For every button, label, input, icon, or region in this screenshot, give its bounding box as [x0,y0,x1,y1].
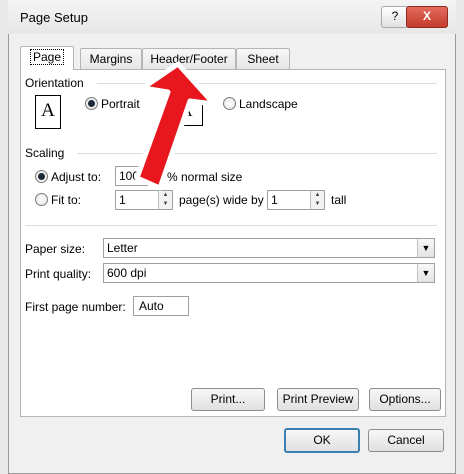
paper-size-label: Paper size: [25,242,86,256]
close-button[interactable]: X [406,6,448,28]
scaling-heading: Scaling [25,146,65,160]
tab-margins[interactable]: Margins [80,48,142,69]
portrait-radio[interactable] [85,97,98,110]
fit-wide-label: page(s) wide by [179,193,264,207]
landscape-label: Landscape [239,97,298,111]
paper-size-select[interactable]: Letter ▼ [103,238,435,258]
background-right-edge [455,0,464,474]
first-page-number-label: First page number: [25,300,126,314]
first-page-number-value: Auto [139,299,164,313]
fit-to-label: Fit to: [51,193,82,207]
fit-wide-spinner[interactable]: 1 ▲ ▼ [115,190,173,210]
help-button[interactable]: ? [381,6,409,28]
print-button[interactable]: Print... [191,388,265,411]
tab-margins-label: Margins [89,52,133,66]
cancel-button[interactable]: Cancel [368,429,444,452]
paper-size-value: Letter [107,241,138,255]
print-quality-value: 600 dpi [107,266,147,280]
fit-tall-suffix: tall [331,193,347,207]
spin-down-icon[interactable]: ▼ [311,200,324,209]
tab-sheet-label: Sheet [247,52,279,66]
chevron-down-icon[interactable]: ▼ [417,239,434,257]
spin-down-icon[interactable]: ▼ [147,176,160,185]
adjust-to-radio[interactable] [35,170,48,183]
page-tab-panel: Orientation A Portrait A Landscape Scali… [20,69,446,417]
orientation-divider [97,83,437,84]
chevron-down-icon[interactable]: ▼ [417,264,434,282]
tab-header-footer-label: Header/Footer [150,52,228,66]
dialog-title: Page Setup [20,10,88,25]
print-preview-button[interactable]: Print Preview [277,388,359,411]
fit-tall-spin-buttons[interactable]: ▲ ▼ [310,191,324,209]
portrait-page-icon: A [35,95,61,129]
adjust-to-spinner[interactable]: 100 ▲ ▼ [115,166,161,186]
orientation-heading: Orientation [25,76,84,90]
portrait-label: Portrait [101,97,140,111]
page-setup-dialog: Page Setup ? X Page Margins Header/Foote… [8,0,456,474]
spin-up-icon[interactable]: ▲ [147,167,160,176]
ok-button[interactable]: OK [284,428,360,453]
options-button[interactable]: Options... [369,388,441,411]
tab-header-footer[interactable]: Header/Footer [142,48,236,69]
print-quality-select[interactable]: 600 dpi ▼ [103,263,435,283]
tab-page[interactable]: Page [20,46,74,70]
fit-tall-value: 1 [271,193,278,207]
adjust-to-value: 100 [119,169,140,183]
first-page-number-input[interactable]: Auto [133,296,189,316]
adjust-to-suffix: % normal size [167,170,243,184]
fit-to-radio[interactable] [35,193,48,206]
tab-page-label: Page [29,49,65,65]
fit-wide-value: 1 [119,193,126,207]
adjust-to-label: Adjust to: [51,170,102,184]
spin-up-icon[interactable]: ▲ [311,191,324,200]
scaling-divider [77,153,437,154]
fit-tall-spinner[interactable]: 1 ▲ ▼ [267,190,325,210]
print-quality-label: Print quality: [25,267,92,281]
landscape-page-icon: A [171,100,203,126]
adjust-to-spin-buttons[interactable]: ▲ ▼ [146,167,160,185]
paper-divider [25,225,437,226]
landscape-radio[interactable] [223,97,236,110]
tab-sheet[interactable]: Sheet [236,48,290,69]
spin-up-icon[interactable]: ▲ [159,191,172,200]
spin-down-icon[interactable]: ▼ [159,200,172,209]
title-bar: Page Setup ? X [8,0,456,34]
fit-wide-spin-buttons[interactable]: ▲ ▼ [158,191,172,209]
